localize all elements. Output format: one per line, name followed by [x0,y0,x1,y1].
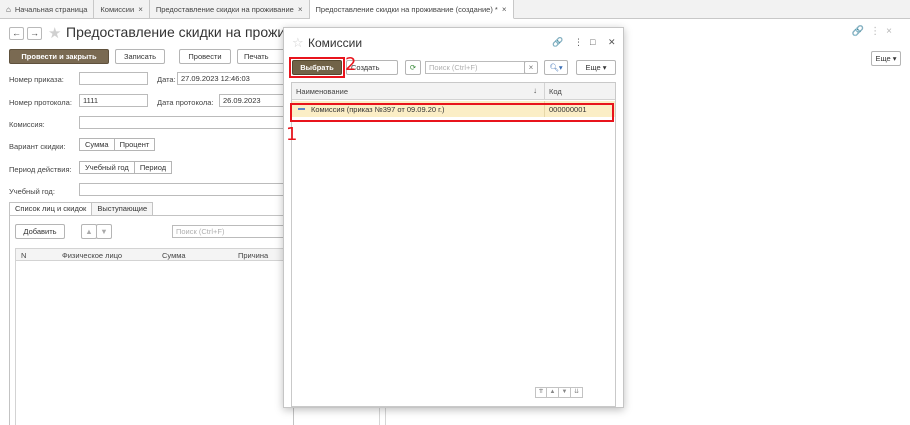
add-button[interactable]: Добавить [15,224,65,239]
scroll-bottom-icon[interactable]: ⇊ [571,387,583,398]
protocol-date-input[interactable]: 26.09.2023 [219,94,285,107]
tab-label: Предоставление скидки на проживание (соз… [315,4,498,14]
move-up-icon[interactable]: ▲ [81,224,97,239]
favorite-star-icon[interactable]: ★ [48,24,61,42]
grid-col-n[interactable]: N [21,251,26,260]
discount-sum-option[interactable]: Сумма [79,138,115,151]
period-label: Период действия: [9,165,72,174]
close-icon[interactable]: × [298,5,303,14]
date-label: Дата: [157,75,176,84]
search-icon[interactable]: 🔍︎▾ [544,60,568,75]
period-school-year-option[interactable]: Учебный год [79,161,135,174]
commission-input[interactable] [79,116,285,129]
link-icon[interactable]: 🔗 [552,37,563,48]
dialog-more-button[interactable]: Еще ▾ [576,60,616,75]
row-highlight [290,103,614,122]
scroll-top-icon[interactable]: ⇈ [535,387,547,398]
favorite-star-icon[interactable]: ☆ [292,35,304,51]
panel-tabs: Список лиц и скидок Выступающие [9,202,154,216]
protocol-number-label: Номер протокола: [9,98,72,107]
menu-dots-icon[interactable]: ⋮ [574,37,583,48]
page-title: Предоставление скидки на прожива [66,24,301,40]
print-button[interactable]: Печать [237,49,285,64]
discount-variant-switch: Сумма Процент [79,138,156,151]
more-label: Еще [585,63,601,72]
close-icon[interactable]: × [502,5,507,14]
annotation-marker-2: 2 [345,54,357,75]
scroll-up-icon[interactable]: ▲ [547,387,559,398]
close-icon[interactable]: × [138,5,143,14]
order-number-label: Номер приказа: [9,75,64,84]
grid-header: N Физическое лицо Сумма Причина [15,248,295,261]
discount-percent-option[interactable]: Процент [114,138,156,151]
tab-discount-create[interactable]: Предоставление скидки на проживание (соз… [309,0,514,19]
back-arrow-icon[interactable]: ← [9,27,24,40]
tab-label: Предоставление скидки на проживание [155,4,294,14]
col-code[interactable]: Код [549,87,562,96]
more-label: Еще [875,54,891,63]
col-name[interactable]: Наименование [296,87,348,96]
tab-home[interactable]: ⌂ Начальная страница [0,0,95,18]
tab-commissions[interactable]: Комиссии × [94,0,150,18]
close-icon[interactable]: ✕ [608,37,616,48]
save-button[interactable]: Записать [115,49,165,64]
refresh-icon[interactable]: ⟳ [405,60,421,75]
annotation-marker-1: 1 [286,124,298,145]
protocol-date-label: Дата протокола: [157,98,214,107]
clear-search-icon[interactable]: × [524,61,538,74]
date-input[interactable]: 27.09.2023 12:46:03 [177,72,285,85]
table-header: Наименование ↓ Код [292,83,615,100]
window-controls[interactable]: 🔗⋮× [852,26,898,37]
home-icon: ⌂ [6,4,11,14]
period-range-option[interactable]: Период [134,161,173,174]
school-year-label: Учебный год: [9,187,55,196]
sort-down-icon[interactable]: ↓ [533,86,537,95]
grid-body [15,261,295,425]
protocol-number-input[interactable]: 1111 [79,94,148,107]
commission-label: Комиссия: [9,120,45,129]
tab-label: Начальная страница [14,4,88,14]
grid-col-person[interactable]: Физическое лицо [62,251,122,260]
select-button-highlight [289,57,345,78]
scroll-down-icon[interactable]: ▼ [559,387,571,398]
period-switch: Учебный год Период [79,161,173,174]
dialog-title: Комиссии [308,36,363,50]
school-year-input[interactable] [79,183,285,196]
dialog-search-input[interactable]: Поиск (Ctrl+F) [425,61,525,74]
tab-speakers[interactable]: Выступающие [92,202,154,216]
order-number-input[interactable] [79,72,148,85]
tab-discount[interactable]: Предоставление скидки на проживание × [150,0,310,18]
column-divider [544,83,545,99]
forward-arrow-icon[interactable]: → [27,27,42,40]
grid-search-input[interactable]: Поиск (Ctrl+F) [172,225,284,238]
commissions-dialog: ☆ Комиссии 🔗 ⋮ □ ✕ Выбрать Создать ⟳ Пои… [283,27,624,408]
grid-col-reason[interactable]: Причина [238,251,268,260]
post-button[interactable]: Провести [179,49,231,64]
scroll-controls: ⇈ ▲ ▼ ⇊ [535,387,583,398]
post-and-close-button[interactable]: Провести и закрыть [9,49,109,64]
maximize-icon[interactable]: □ [590,37,595,47]
tab-label: Комиссии [100,4,135,14]
grid-col-sum[interactable]: Сумма [162,251,186,260]
tab-bar: ⌂ Начальная страница Комиссии × Предоста… [0,0,910,19]
move-down-icon[interactable]: ▼ [96,224,112,239]
more-button[interactable]: Еще ▾ [871,51,901,66]
discount-variant-label: Вариант скидки: [9,142,66,151]
tab-persons-discounts[interactable]: Список лиц и скидок [9,202,93,216]
commissions-table: Наименование ↓ Код Комиссия (приказ №397… [291,82,616,407]
